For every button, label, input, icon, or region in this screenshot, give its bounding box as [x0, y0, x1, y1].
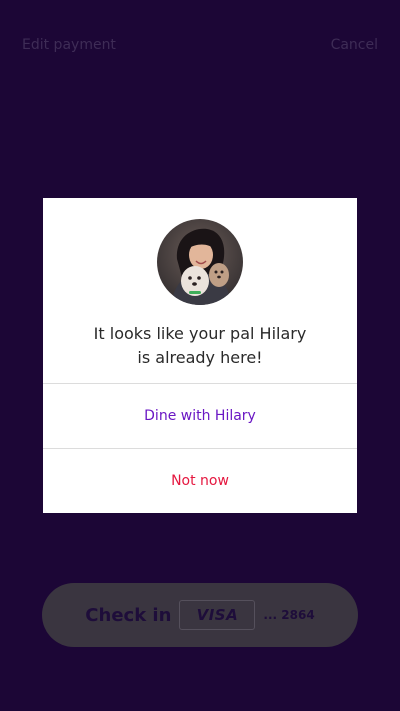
card-last-digits: ... 2864 [263, 608, 315, 622]
dine-with-friend-button[interactable]: Dine with Hilary [43, 384, 357, 448]
check-in-label: Check in [85, 604, 172, 626]
cancel-link[interactable]: Cancel [331, 37, 378, 53]
dialog-message-line-2: is already here! [137, 348, 263, 367]
dialog-message: It looks like your pal Hilary is already… [43, 322, 357, 370]
header: Edit payment Cancel [0, 34, 400, 58]
friend-avatar [157, 219, 243, 305]
check-in-button[interactable]: Check in VISA ... 2864 [42, 583, 358, 647]
visa-card-icon: VISA [179, 600, 256, 630]
friend-avatar-photo-icon [157, 219, 243, 305]
edit-payment-link[interactable]: Edit payment [22, 37, 116, 53]
friend-here-dialog: It looks like your pal Hilary is already… [43, 198, 357, 513]
dialog-message-line-1: It looks like your pal Hilary [93, 324, 307, 343]
card-brand: VISA [196, 606, 239, 624]
screen: Edit payment Cancel Check in VISA ... 28… [0, 0, 400, 711]
not-now-button[interactable]: Not now [43, 449, 357, 513]
